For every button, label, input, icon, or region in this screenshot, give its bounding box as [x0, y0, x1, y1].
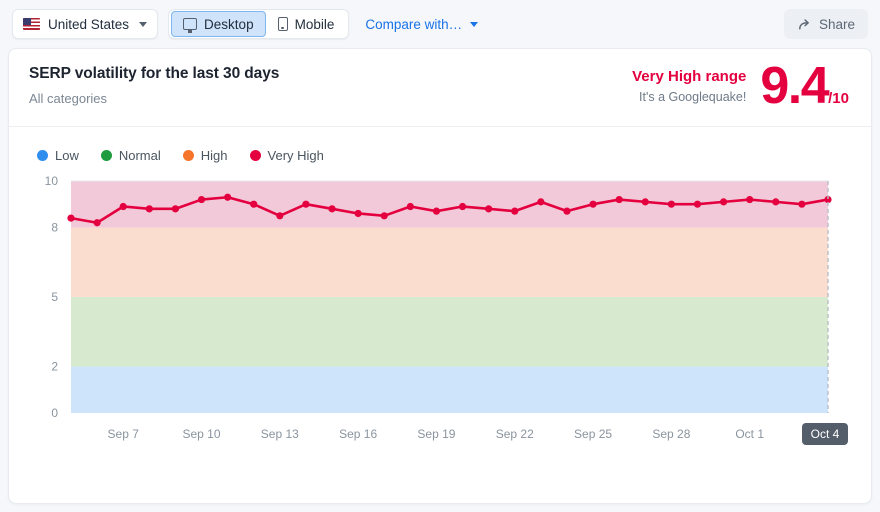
- chart-data-point: [380, 212, 388, 220]
- chart-data-point: [746, 195, 754, 204]
- chart-data-point: [328, 205, 336, 213]
- chart-data-point: [798, 200, 806, 208]
- desktop-label: Desktop: [204, 16, 254, 32]
- compare-with-dropdown[interactable]: Compare with…: [365, 16, 479, 32]
- chart-data-point: [224, 193, 232, 201]
- y-axis-tick: 0: [51, 406, 58, 420]
- country-selector[interactable]: United States: [12, 9, 159, 39]
- chart-data-point: [67, 214, 75, 222]
- score-denominator: /10: [828, 90, 849, 108]
- us-flag-icon: [23, 18, 40, 30]
- chart-data-point: [302, 200, 310, 208]
- chart-data-point: [432, 207, 441, 215]
- chart-data-point: [511, 207, 519, 215]
- chart-data-point: [772, 198, 780, 206]
- chart-data-point: [197, 195, 206, 204]
- device-toggle-group: Desktop Mobile: [168, 9, 350, 39]
- legend-label: Normal: [118, 148, 161, 163]
- chart-data-point: [641, 198, 649, 206]
- x-axis-tick-label: Sep 25: [574, 427, 612, 441]
- mobile-icon: [277, 17, 288, 31]
- chart-legend: Low Normal High Very High: [9, 127, 871, 163]
- share-button[interactable]: Share: [783, 9, 868, 39]
- chart-data-point: [693, 200, 702, 208]
- device-toggle-mobile[interactable]: Mobile: [266, 11, 347, 37]
- x-axis-tick-label: Sep 7: [108, 427, 140, 441]
- compare-label: Compare with…: [365, 16, 463, 32]
- x-axis-tick-label: Sep 19: [417, 427, 455, 441]
- legend-label: High: [200, 148, 228, 163]
- score-summary: Very High range It's a Googlequake! 9.4 …: [632, 57, 849, 115]
- y-axis-tick: 10: [45, 174, 59, 188]
- volatility-chart[interactable]: 0 2 5 8 10 Sep 7 Sep 10 Sep 13 Sep 16 Sep 19 Sep 2…: [9, 171, 871, 471]
- y-axis-tick: 8: [51, 220, 58, 234]
- legend-dot-icon: [182, 150, 194, 161]
- legend-dot-icon: [100, 150, 112, 161]
- x-axis-tick-label: Sep 16: [339, 427, 377, 441]
- legend-dot-icon: [249, 150, 261, 161]
- country-label: United States: [48, 16, 130, 32]
- legend-label: Very High: [267, 148, 324, 163]
- chart-data-point: [119, 202, 127, 211]
- y-axis-tick: 5: [51, 290, 58, 304]
- chart-data-point: [354, 209, 362, 218]
- chart-data-point: [458, 202, 467, 211]
- legend-item-low[interactable]: Low: [37, 148, 79, 163]
- chart-data-point: [485, 205, 493, 213]
- x-axis-tick-label: Sep 10: [182, 427, 220, 441]
- score-range-label: Very High range: [632, 68, 747, 85]
- top-toolbar: United States Desktop Mobile Compare wit…: [0, 0, 880, 48]
- chart-data-point: [563, 207, 571, 215]
- chart-data-point: [667, 200, 675, 208]
- chart-data-point: [276, 212, 284, 220]
- card-header: SERP volatility for the last 30 days All…: [9, 49, 871, 127]
- share-arrow-icon: [799, 18, 809, 29]
- legend-label: Low: [55, 148, 79, 163]
- chart-data-point: [171, 205, 180, 213]
- legend-item-normal[interactable]: Normal: [100, 148, 161, 163]
- chevron-down-icon: [470, 21, 479, 27]
- x-axis-tick-label: Oct 4: [811, 427, 840, 441]
- chart-band-normal: [71, 297, 828, 367]
- legend-item-high[interactable]: High: [182, 148, 228, 163]
- volatility-card: SERP volatility for the last 30 days All…: [8, 48, 872, 504]
- x-axis-tick-label: Oct 1: [735, 427, 764, 441]
- score-value: 9.4: [760, 57, 829, 115]
- desktop-icon: [183, 18, 198, 33]
- device-toggle-desktop[interactable]: Desktop: [171, 11, 266, 37]
- chart-data-point: [537, 198, 545, 206]
- legend-dot-icon: [37, 150, 48, 161]
- chart-data-point: [615, 195, 623, 204]
- chart-band-high: [71, 227, 828, 297]
- chart-data-point: [145, 205, 153, 213]
- legend-item-very-high[interactable]: Very High: [249, 148, 324, 163]
- x-axis-tick-label: Sep 22: [496, 427, 534, 441]
- score-value-wrap: 9.4 /10: [760, 57, 849, 115]
- mobile-label: Mobile: [294, 16, 335, 32]
- chart-data-point: [93, 219, 101, 227]
- share-label: Share: [818, 16, 855, 32]
- chart-data-point: [250, 200, 258, 208]
- chart-data-point: [719, 198, 728, 206]
- y-axis-tick: 2: [51, 360, 58, 374]
- serp-volatility-page: United States Desktop Mobile Compare wit…: [0, 0, 880, 512]
- chart-data-point: [406, 202, 414, 211]
- chart-band-low: [71, 366, 828, 413]
- chart-data-point: [589, 200, 597, 208]
- chevron-down-icon: [139, 21, 148, 27]
- score-note: It's a Googlequake!: [639, 90, 747, 105]
- x-axis-tick-label: Sep 13: [261, 427, 299, 441]
- x-axis-tick-label: Sep 28: [652, 427, 690, 441]
- x-axis-tick-highlighted: Oct 4: [802, 423, 848, 445]
